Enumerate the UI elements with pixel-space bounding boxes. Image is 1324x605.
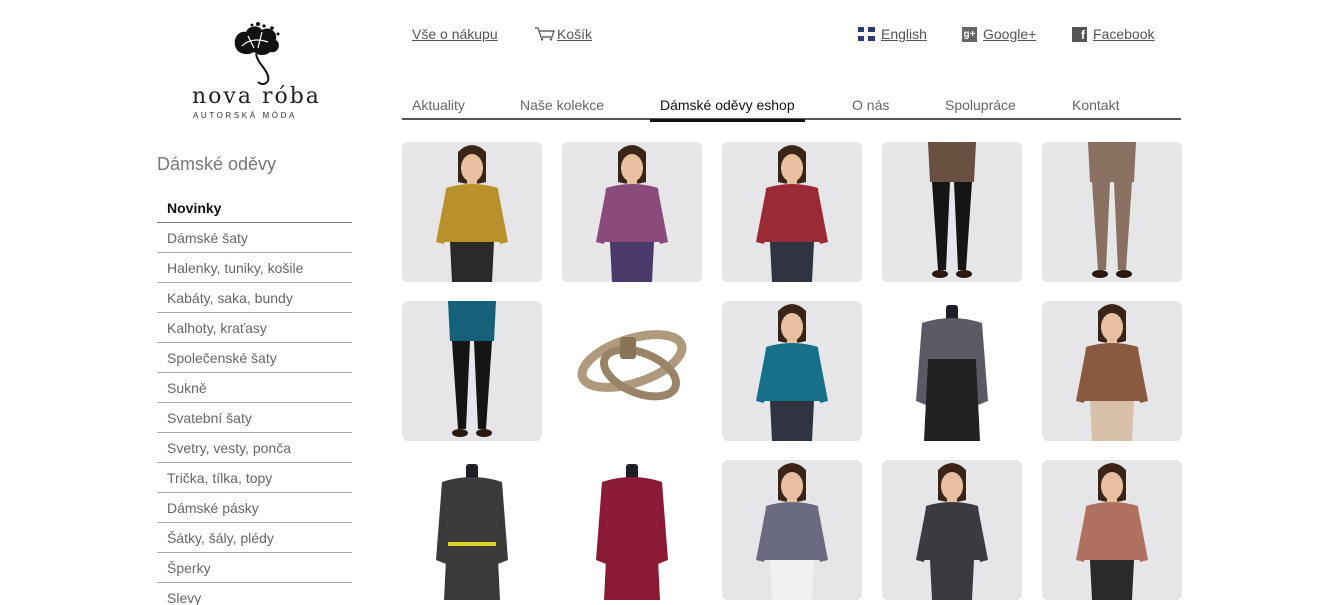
product-image (756, 304, 828, 441)
sidebar-item-tricka[interactable]: Trička, tílka, topy (157, 463, 352, 493)
sidebar-item-kalhoty[interactable]: Kalhoty, kraťasy (157, 313, 352, 343)
nav-o-nas[interactable]: O nás (852, 97, 889, 113)
english-label: English (881, 26, 927, 42)
product-tile[interactable] (882, 460, 1022, 600)
nav-nase-kolekce[interactable]: Naše kolekce (520, 97, 604, 113)
product-image (1076, 304, 1148, 441)
product-image (1088, 142, 1136, 278)
product-tile[interactable] (402, 301, 542, 441)
product-tile[interactable] (402, 460, 542, 600)
cart-link[interactable]: Košík (534, 26, 592, 42)
sidebar-item-sperky[interactable]: Šperky (157, 553, 352, 583)
product-image (916, 463, 988, 600)
sidebar-item-spolecenske-saty[interactable]: Společenské šaty (157, 343, 352, 373)
product-tile[interactable] (1042, 142, 1182, 282)
product-image (916, 305, 988, 441)
main-navigation: Aktuality Naše kolekce Dámské oděvy esho… (402, 90, 1181, 122)
nav-damske-odevy-eshop[interactable]: Dámské oděvy eshop (650, 97, 805, 122)
english-link[interactable]: English (858, 26, 927, 42)
logo[interactable]: nova róba AUTORSKÁ MÓDA (190, 22, 322, 124)
product-tile[interactable] (562, 460, 702, 600)
nav-spoluprace[interactable]: Spolupráce (945, 97, 1016, 113)
product-tile[interactable] (402, 142, 542, 282)
sidebar-item-damske-saty[interactable]: Dámské šaty (157, 223, 352, 253)
facebook-icon: f (1072, 26, 1087, 42)
cart-label: Košík (557, 26, 593, 42)
product-image (596, 145, 668, 282)
sidebar-item-svatebni-saty[interactable]: Svatební šaty (157, 403, 352, 433)
product-image (1076, 463, 1148, 600)
google-plus-label: Google+ (983, 26, 1037, 42)
nav-kontakt[interactable]: Kontakt (1072, 97, 1119, 113)
product-image (448, 301, 496, 437)
product-tile[interactable] (562, 142, 702, 282)
google-plus-icon: g+ (962, 26, 977, 42)
shopping-info-label: Vše o nákupu (412, 26, 498, 42)
product-tile[interactable] (1042, 301, 1182, 441)
facebook-label: Facebook (1093, 26, 1155, 42)
product-tile[interactable] (722, 142, 862, 282)
cart-icon (534, 27, 555, 41)
product-tile[interactable] (1042, 460, 1182, 600)
sidebar-item-sukne[interactable]: Sukně (157, 373, 352, 403)
product-image (436, 145, 508, 282)
product-tile[interactable] (722, 460, 862, 600)
facebook-link[interactable]: f Facebook (1072, 26, 1154, 42)
product-tile[interactable] (882, 142, 1022, 282)
product-image (756, 145, 828, 282)
sidebar-item-slevy[interactable]: Slevy (157, 583, 352, 605)
product-image (436, 464, 508, 600)
sidebar-item-satky[interactable]: Šátky, šály, plédy (157, 523, 352, 553)
sidebar-item-svetry[interactable]: Svetry, vesty, ponča (157, 433, 352, 463)
nav-aktuality[interactable]: Aktuality (412, 97, 465, 113)
product-image (756, 463, 828, 600)
product-tile[interactable] (562, 301, 702, 441)
logo-brand-text: nova róba (192, 84, 321, 109)
sidebar-title: Dámské oděvy (157, 154, 277, 174)
product-image (577, 330, 687, 401)
logo-tagline: AUTORSKÁ MÓDA (193, 111, 297, 120)
category-sidebar: Novinky Dámské šaty Halenky, tuniky, koš… (157, 193, 352, 605)
uk-flag-icon (858, 27, 875, 41)
flower-logo-icon (234, 22, 280, 85)
sidebar-item-pasky[interactable]: Dámské pásky (157, 493, 352, 523)
shopping-info-link[interactable]: Vše o nákupu (412, 26, 498, 42)
sidebar-item-kabaty[interactable]: Kabáty, saka, bundy (157, 283, 352, 313)
google-plus-link[interactable]: g+ Google+ (962, 26, 1036, 42)
product-image (928, 142, 976, 278)
product-tile[interactable] (882, 301, 1022, 441)
sidebar-item-halenky[interactable]: Halenky, tuniky, košile (157, 253, 352, 283)
product-image (596, 464, 668, 600)
product-tile[interactable] (722, 301, 862, 441)
sidebar-item-novinky[interactable]: Novinky (157, 193, 352, 223)
